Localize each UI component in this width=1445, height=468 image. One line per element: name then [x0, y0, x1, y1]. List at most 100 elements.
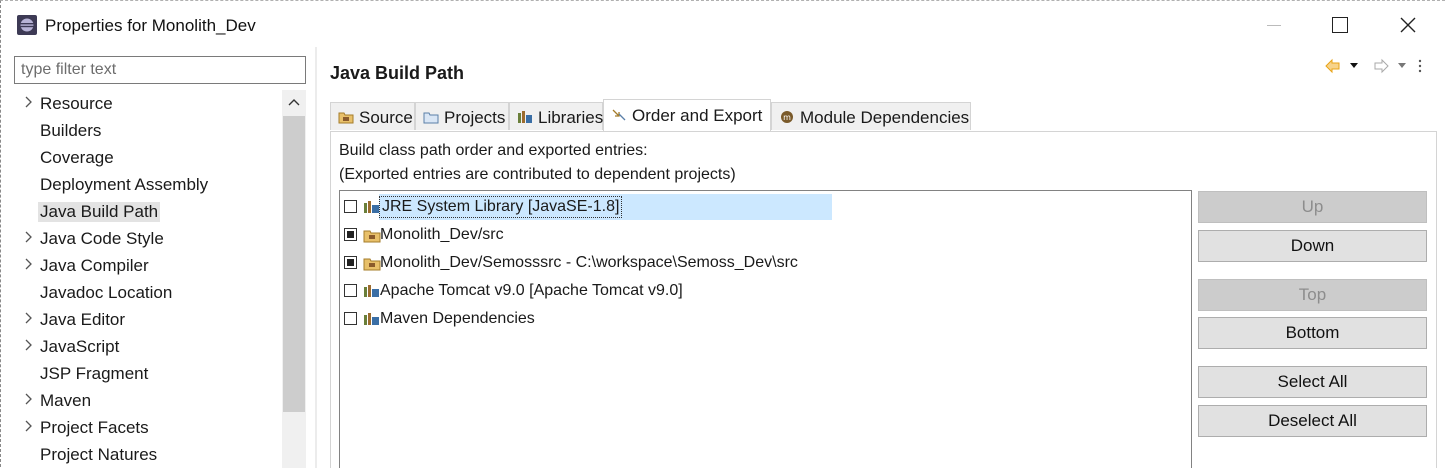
bottom-button[interactable]: Bottom [1198, 317, 1427, 349]
svg-text:m: m [783, 113, 791, 122]
tree-scrollbar[interactable] [282, 90, 306, 468]
tree-item-label: Deployment Assembly [40, 175, 209, 194]
tree-item-java-build-path[interactable]: Java Build Path [14, 198, 282, 224]
chevron-right-icon[interactable] [22, 392, 36, 406]
window-title: Properties for Monolith_Dev [45, 16, 256, 35]
scroll-up-button[interactable] [282, 90, 306, 114]
tree-item-project-natures[interactable]: Project Natures [14, 441, 282, 467]
tree-item-coverage[interactable]: Coverage [14, 144, 282, 170]
back-arrow-icon[interactable] [1325, 58, 1340, 74]
title-bar: Properties for Monolith_Dev [1, 1, 1445, 47]
library-icon [364, 285, 379, 297]
tree-item-label: Project Facets [40, 418, 149, 437]
entry-label: Apache Tomcat v9.0 [Apache Tomcat v9.0] [380, 282, 683, 299]
list-item-semosssrc[interactable]: Monolith_Dev/Semosssrc - C:\workspace\Se… [344, 250, 1184, 276]
tree-item-label: Builders [40, 121, 102, 140]
tree-item-label: Maven [40, 391, 92, 410]
tab-label: Projects [444, 108, 506, 127]
close-icon [1400, 17, 1416, 33]
tree-item-java-code-style[interactable]: Java Code Style [14, 225, 282, 251]
export-checkbox[interactable] [344, 284, 357, 297]
tree-item-label: Resource [40, 94, 113, 113]
tree-item-label: JavaScript [40, 337, 120, 356]
filter-input[interactable] [14, 56, 306, 84]
list-item-monolith-src[interactable]: Monolith_Dev/src [344, 222, 1184, 248]
up-button[interactable]: Up [1198, 191, 1427, 223]
tab-projects[interactable]: Projects [415, 102, 509, 130]
list-item-jre-system-library[interactable]: JRE System Library [JavaSE-1.8] [344, 194, 1184, 220]
properties-dialog: Properties for Monolith_Dev Resource Bui… [0, 0, 1445, 468]
tree-item-label: Java Code Style [40, 229, 164, 248]
libraries-icon [518, 111, 532, 123]
description-line-1: Build class path order and exported entr… [339, 142, 648, 159]
view-menu-icon[interactable] [1418, 59, 1422, 73]
close-button[interactable] [1385, 7, 1431, 43]
chevron-right-icon[interactable] [22, 419, 36, 433]
list-item-apache-tomcat[interactable]: Apache Tomcat v9.0 [Apache Tomcat v9.0] [344, 278, 1184, 304]
source-folder-icon [338, 112, 354, 124]
tree-item-project-facets[interactable]: Project Facets [14, 414, 282, 440]
tree-item-javascript[interactable]: JavaScript [14, 333, 282, 359]
projects-icon [423, 112, 439, 124]
tree-item-label: JSP Fragment [40, 364, 149, 383]
chevron-right-icon[interactable] [22, 95, 36, 109]
tab-source[interactable]: Source [330, 102, 415, 130]
export-checkbox[interactable] [344, 200, 357, 213]
scroll-thumb[interactable] [283, 116, 305, 412]
tree-item-jsp-fragment[interactable]: JSP Fragment [14, 360, 282, 386]
tab-libraries[interactable]: Libraries [509, 102, 603, 130]
page-title: Java Build Path [330, 63, 465, 83]
tab-label: Module Dependencies [800, 108, 970, 127]
tree-item-label: Java Editor [40, 310, 126, 329]
tree-item-builders[interactable]: Builders [14, 117, 282, 143]
tree-item-deployment-assembly[interactable]: Deployment Assembly [14, 171, 282, 197]
forward-arrow-icon[interactable] [1374, 58, 1389, 74]
entry-label: Monolith_Dev/Semosssrc - C:\workspace\Se… [380, 254, 798, 271]
select-all-button[interactable]: Select All [1198, 366, 1427, 398]
page-navigation [1325, 58, 1422, 74]
export-checkbox[interactable] [344, 256, 357, 269]
module-icon: m [781, 111, 793, 123]
tree-item-label: Project Natures [40, 445, 158, 464]
minimize-button[interactable] [1251, 7, 1297, 43]
export-checkbox[interactable] [344, 228, 357, 241]
package-folder-icon [363, 258, 381, 271]
entry-label: Maven Dependencies [380, 310, 535, 327]
tab-label: Source [359, 108, 413, 127]
back-dropdown-icon[interactable] [1350, 63, 1358, 68]
description-line-2: (Exported entries are contributed to dep… [339, 166, 736, 183]
entry-label: JRE System Library [JavaSE-1.8] [382, 198, 620, 215]
maximize-icon [1332, 17, 1348, 33]
package-folder-icon [363, 230, 381, 243]
tree-item-resource[interactable]: Resource [14, 90, 282, 116]
export-checkbox[interactable] [344, 312, 357, 325]
tree-item-java-editor[interactable]: Java Editor [14, 306, 282, 332]
top-button[interactable]: Top [1198, 279, 1427, 311]
chevron-right-icon[interactable] [22, 338, 36, 352]
tree-item-label: Java Compiler [40, 256, 149, 275]
entry-label: Monolith_Dev/src [380, 226, 504, 243]
tree-item-label: Coverage [40, 148, 114, 167]
down-button[interactable]: Down [1198, 230, 1427, 262]
chevron-up-icon [288, 99, 300, 106]
tree-item-label: Java Build Path [38, 202, 161, 222]
maximize-button[interactable] [1317, 7, 1363, 43]
tab-label: Order and Export [632, 106, 763, 125]
tab-order-and-export[interactable]: Order and Export [603, 99, 771, 131]
chevron-right-icon[interactable] [22, 257, 36, 271]
eclipse-app-icon [17, 15, 37, 35]
minimize-icon [1267, 24, 1281, 26]
panel-splitter[interactable] [315, 47, 317, 468]
list-item-maven-dependencies[interactable]: Maven Dependencies [344, 306, 1184, 332]
deselect-all-button[interactable]: Deselect All [1198, 405, 1427, 437]
tab-label: Libraries [538, 108, 604, 127]
tree-item-maven[interactable]: Maven [14, 387, 282, 413]
tree-item-label: Javadoc Location [40, 283, 173, 302]
tree-item-java-compiler[interactable]: Java Compiler [14, 252, 282, 278]
chevron-right-icon[interactable] [22, 230, 36, 244]
forward-dropdown-icon[interactable] [1398, 63, 1406, 68]
tab-module-dependencies[interactable]: m Module Dependencies [771, 102, 971, 130]
classpath-entries-list: JRE System Library [JavaSE-1.8] Monolith… [339, 190, 1192, 468]
tree-item-javadoc-location[interactable]: Javadoc Location [14, 279, 282, 305]
chevron-right-icon[interactable] [22, 311, 36, 325]
